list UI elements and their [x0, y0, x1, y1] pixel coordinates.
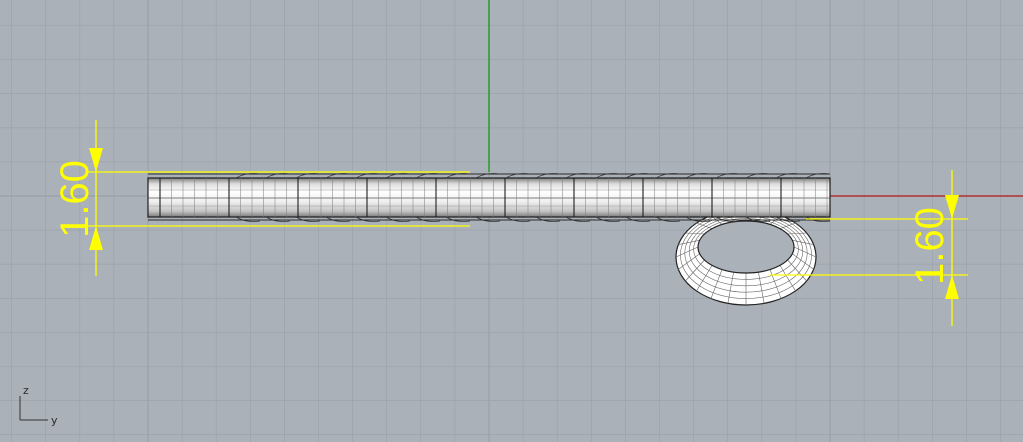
bar-link-bottom	[565, 216, 591, 222]
viewport[interactable]: 1.60 1.60 z y	[0, 0, 1023, 442]
main-bar[interactable]	[147, 173, 831, 222]
bar-link-bottom	[295, 216, 321, 222]
bar-link-bottom	[235, 216, 261, 222]
bar-link-bottom	[625, 216, 651, 222]
bar-link-bottom	[385, 216, 411, 222]
bar-link-bottom	[595, 216, 621, 222]
axis-gizmo-z-label: z	[23, 384, 29, 397]
bar-link-bottom	[265, 216, 291, 222]
bar-link-bottom	[355, 216, 381, 222]
bar-link-bottom	[445, 216, 471, 222]
bar-link-bottom	[535, 216, 561, 222]
dimension-left-value: 1.60	[53, 160, 97, 238]
bar-link-bottom	[505, 216, 531, 222]
scene[interactable]: 1.60 1.60 z y	[0, 0, 1023, 442]
axis-gizmo: z y	[19, 384, 58, 427]
bar-link-bottom	[475, 216, 501, 222]
bar-link-bottom	[415, 216, 441, 222]
dimension-right-value: 1.60	[908, 207, 952, 285]
torus-loop[interactable]	[675, 208, 817, 306]
bar-link-bottom	[325, 216, 351, 222]
axis-gizmo-y-label: y	[51, 414, 58, 427]
grid	[0, 0, 1023, 442]
